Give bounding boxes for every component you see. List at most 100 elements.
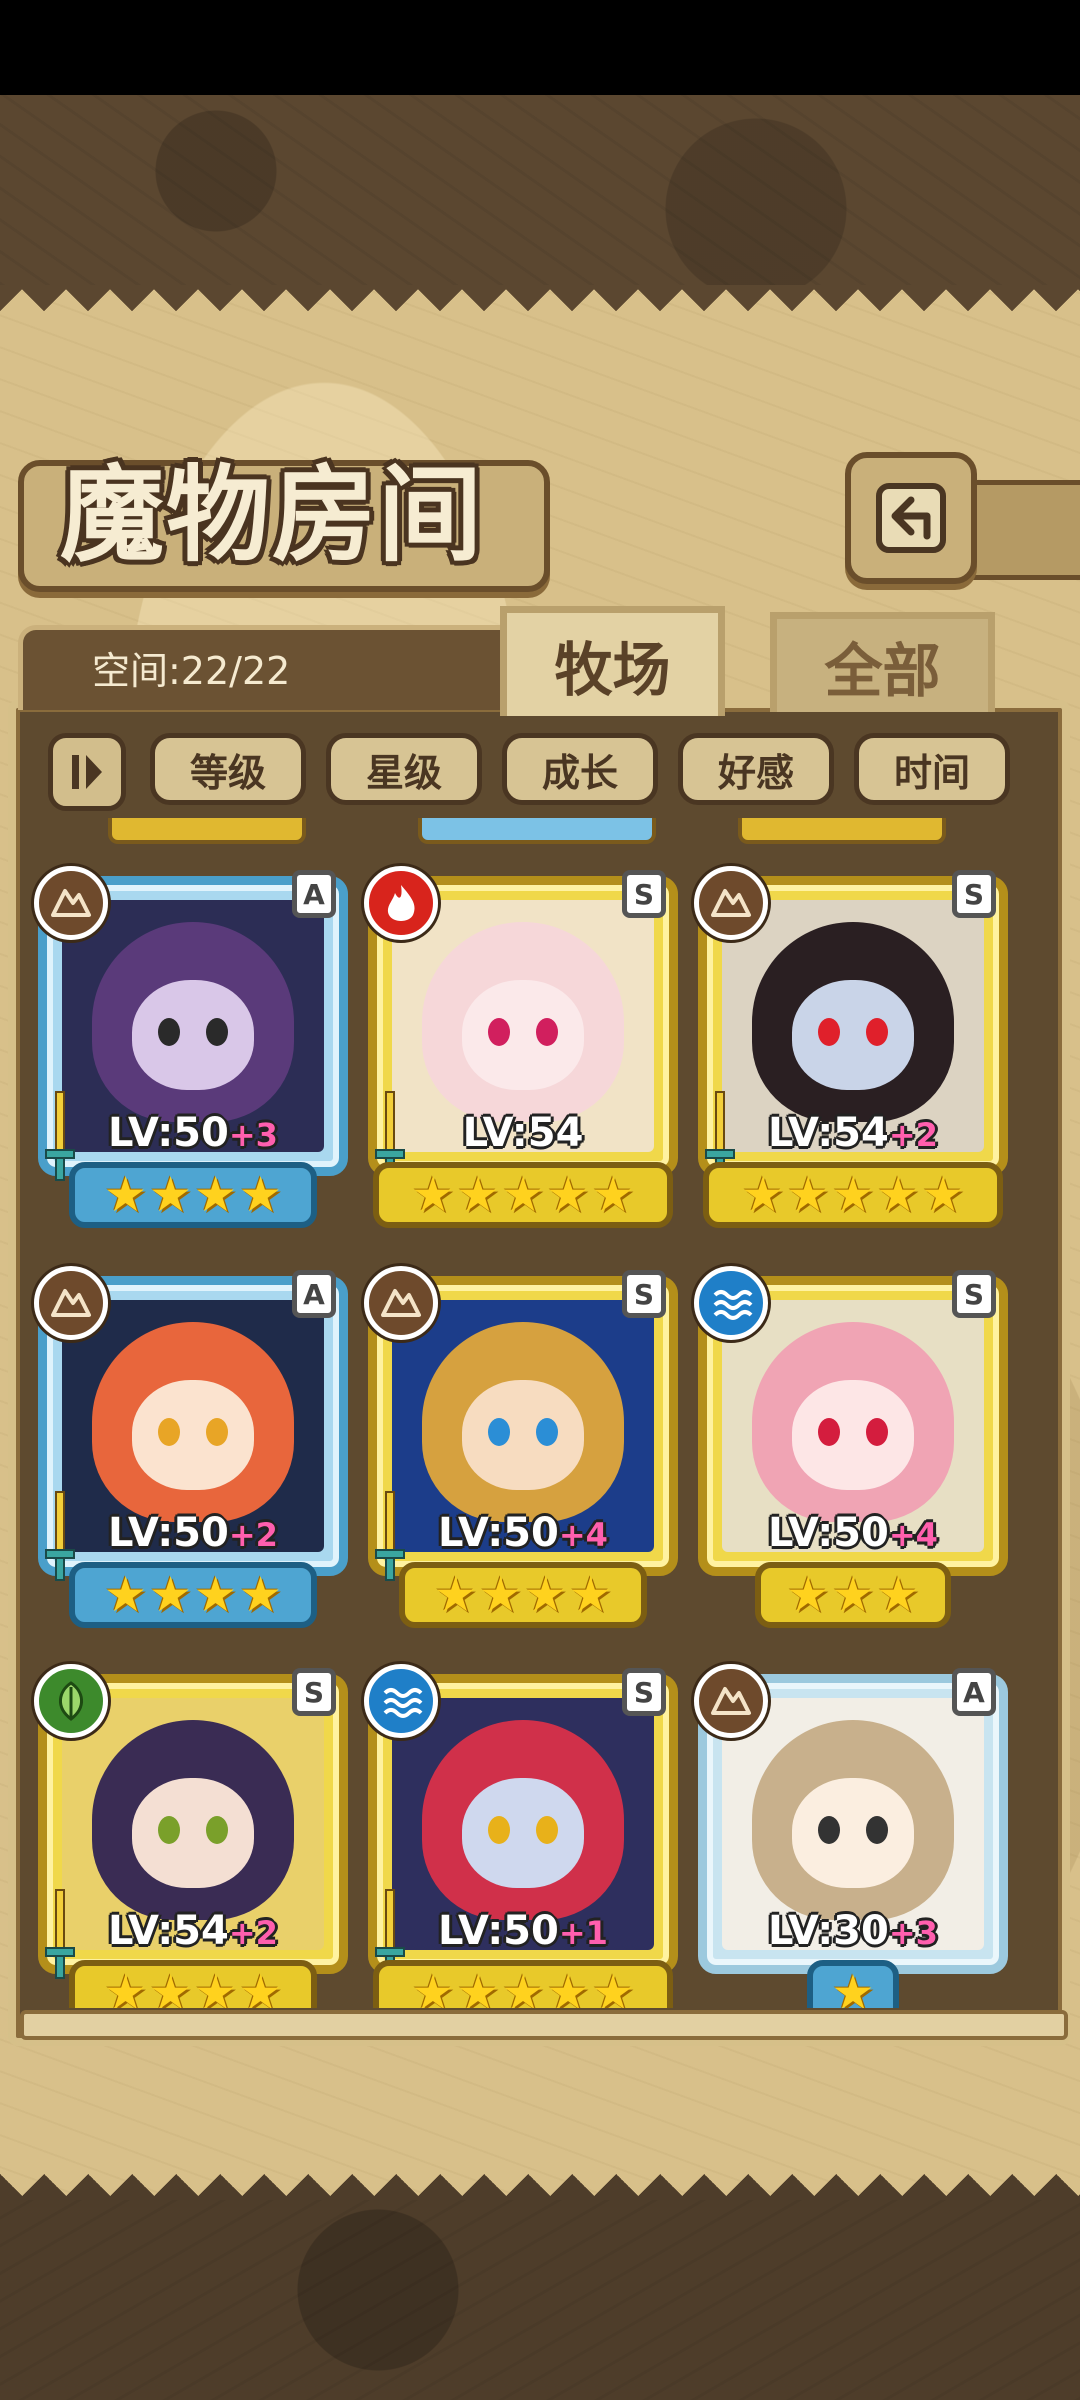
star-icon: ★ [239,1167,283,1223]
back-button[interactable] [845,452,977,584]
level-text: LV:30 [768,1908,889,1954]
tab-pasture[interactable]: 牧场 [500,606,725,716]
filter-time-button[interactable]: 时间 [854,733,1010,805]
star-icon: ★ [524,1567,568,1623]
star-icon: ★ [194,1567,238,1623]
filter-stars-button[interactable]: 星级 [326,733,482,805]
monster-card[interactable]: S LV:50+4 ★ ★ ★ [694,1266,1008,1628]
monster-level: LV:54+2 [38,1908,348,1954]
earth-element-icon [381,1289,421,1317]
portrait-eye [206,1418,228,1446]
star-rating: ★ ★ ★ ★ [69,1162,317,1228]
level-bonus: +3 [888,1914,938,1952]
star-icon: ★ [591,1167,635,1223]
monster-grid: A LV:50+3 ★ ★ ★ ★ S LV:54 ★ ★ ★ ★ ★ S LV… [30,818,1040,2008]
rank-badge: S [622,870,666,918]
portrait-face [462,1380,584,1490]
rank-badge: S [622,1668,666,1716]
star-icon: ★ [786,1567,830,1623]
star-icon: ★ [239,1965,283,2008]
star-icon: ★ [239,1567,283,1623]
portrait-eye [818,1418,840,1446]
portrait-eye [536,1418,558,1446]
filter-affection-button[interactable]: 好感 [678,733,834,805]
portrait-eye [158,1018,180,1046]
filter-level-button[interactable]: 等级 [150,733,306,805]
star-rating: ★ [807,1960,899,2008]
portrait-eye [488,1418,510,1446]
portrait-face [132,1380,254,1490]
star-icon: ★ [741,1167,785,1223]
star-rating: ★ ★ ★ ★ [69,1960,317,2008]
element-badge [34,866,108,940]
level-text: LV:50 [438,1510,559,1556]
sort-filter-bar: 等级 星级 成长 好感 时间 [48,733,1028,813]
monster-card[interactable]: S LV:54+2 ★ ★ ★ ★ [34,1664,348,2008]
monster-card[interactable]: A LV:50+3 ★ ★ ★ ★ [34,866,348,1228]
earth-element-icon [51,1289,91,1317]
monster-level: LV:54 [368,1110,678,1156]
tab-all[interactable]: 全部 [770,612,995,712]
star-icon: ★ [501,1167,545,1223]
monster-level: LV:50+1 [368,1908,678,1954]
star-icon: ★ [591,1965,635,2008]
star-icon: ★ [831,1167,875,1223]
star-icon: ★ [456,1965,500,2008]
portrait-eye [158,1816,180,1844]
star-icon: ★ [831,1567,875,1623]
rank-badge: A [952,1668,996,1716]
star-rating: ★ ★ ★ ★ [399,1562,647,1628]
star-icon: ★ [411,1965,455,2008]
star-icon: ★ [411,1167,455,1223]
earth-element-icon [711,1687,751,1715]
rank-badge: S [952,870,996,918]
previous-row-stars [738,818,946,844]
monster-card[interactable]: A LV:30+3 ★ [694,1664,1008,2008]
star-icon: ★ [478,1567,522,1623]
level-text: LV:54 [768,1110,889,1156]
level-bonus: +4 [888,1516,938,1554]
star-icon: ★ [876,1167,920,1223]
portrait-eye [866,1418,888,1446]
monster-level: LV:50+3 [38,1110,348,1156]
earth-element-icon [51,889,91,917]
star-rating: ★ ★ ★ ★ [69,1562,317,1628]
level-bonus: +1 [558,1914,608,1952]
map-background-top [0,95,1080,285]
star-icon: ★ [103,1167,147,1223]
level-text: LV:50 [108,1110,229,1156]
level-text: LV:50 [438,1908,559,1954]
monster-card[interactable]: S LV:54+2 ★ ★ ★ ★ ★ [694,866,1008,1228]
previous-row-stars [108,818,306,844]
level-text: LV:50 [768,1510,889,1556]
portrait-eye [866,1018,888,1046]
portrait-eye [818,1816,840,1844]
portrait-face [132,1778,254,1888]
element-badge [364,1266,438,1340]
star-rating: ★ ★ ★ ★ ★ [373,1960,673,2008]
sort-order-toggle[interactable] [48,733,126,811]
star-icon: ★ [103,1965,147,2008]
portrait-face [792,980,914,1090]
monster-card[interactable]: S LV:50+1 ★ ★ ★ ★ ★ [364,1664,678,2008]
status-bar [0,0,1080,95]
star-rating: ★ ★ ★ ★ ★ [373,1162,673,1228]
map-background-bottom [0,2200,1080,2400]
level-bonus: +2 [228,1914,278,1952]
rank-badge: S [292,1668,336,1716]
torn-edge-bottom [0,2140,1080,2200]
monster-card[interactable]: A LV:50+2 ★ ★ ★ ★ [34,1266,348,1628]
monster-card[interactable]: S LV:50+4 ★ ★ ★ ★ [364,1266,678,1628]
portrait-face [792,1380,914,1490]
star-icon: ★ [194,1965,238,2008]
filter-growth-button[interactable]: 成长 [502,733,658,805]
level-text: LV:54 [108,1908,229,1954]
rank-badge: A [292,1270,336,1318]
monster-card[interactable]: S LV:54 ★ ★ ★ ★ ★ [364,866,678,1228]
star-icon: ★ [433,1567,477,1623]
star-icon: ★ [831,1965,875,2008]
portrait-eye [488,1816,510,1844]
level-bonus: +2 [888,1116,938,1154]
portrait-face [462,1778,584,1888]
level-text: LV:54 [462,1110,584,1156]
